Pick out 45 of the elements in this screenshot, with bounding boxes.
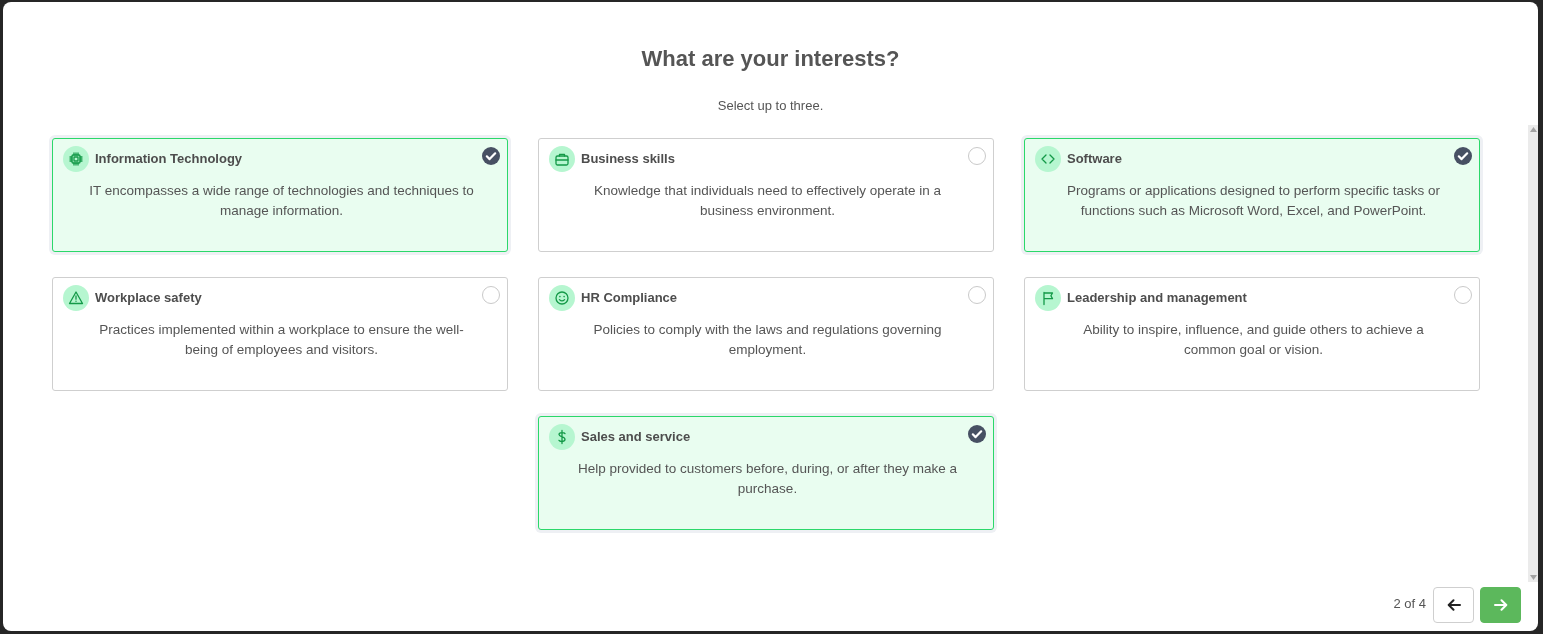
smiley-icon (549, 285, 575, 311)
interest-title: Business skills (581, 150, 675, 169)
interest-title: Workplace safety (95, 289, 202, 308)
warning-icon (63, 285, 89, 311)
interest-card[interactable]: HR Compliance Policies to comply with the laws and regulations governing employment. (538, 277, 994, 391)
interest-card[interactable]: Software Programs or applications designed to perform specific tasks or functions such as Microsoft Word, Excel, and PowerPoint. (1024, 138, 1480, 252)
dollar-icon (549, 424, 575, 450)
checkmark-icon[interactable] (1454, 147, 1472, 165)
interest-card[interactable]: Business skills Knowledge that individuals need to effectively operate in a business environment. (538, 138, 994, 252)
interest-description: Knowledge that individuals need to effectively operate in a business environment. (592, 182, 943, 220)
interest-title: Information Technology (95, 150, 243, 169)
briefcase-icon (549, 146, 575, 172)
checkmark-icon[interactable] (968, 425, 986, 443)
interest-title: Leadership and management (1067, 289, 1247, 308)
flag-icon (1035, 285, 1061, 311)
code-icon (1035, 146, 1061, 172)
interest-description: Help provided to customers before, during, or after they make a purchase. (577, 460, 958, 498)
interest-title: Sales and service (581, 428, 691, 447)
empty-circle-icon[interactable] (1454, 286, 1472, 304)
interest-card[interactable]: Sales and service Help provided to customers before, during, or after they make a purchase. (538, 416, 994, 530)
chip-icon (63, 146, 89, 172)
empty-circle-icon[interactable] (968, 286, 986, 304)
arrow-left-icon (1446, 599, 1461, 611)
interest-card[interactable]: Leadership and management Ability to inspire, influence, and guide others to achieve a common goal or vision. (1024, 277, 1480, 391)
interest-title: HR Compliance (581, 289, 678, 308)
interest-card[interactable]: Information Technology IT encompasses a wide range of technologies and techniques to manage information. (52, 138, 508, 252)
empty-circle-icon[interactable] (968, 147, 986, 165)
checkmark-icon[interactable] (482, 147, 500, 165)
next-button[interactable] (1480, 587, 1521, 623)
interest-title: Software (1067, 150, 1122, 169)
interest-description: Policies to comply with the laws and regulations governing employment. (592, 321, 943, 359)
dialog-subtitle: Select up to three. (717, 98, 824, 114)
interest-description: Practices implemented within a workplace to ensure the well-being of employees and visitors. (98, 321, 465, 359)
interest-description: Programs or applications designed to perform specific tasks or functions such as Microsoft Word, Excel, and PowerPoint. (1066, 182, 1441, 220)
back-button[interactable] (1433, 587, 1474, 623)
empty-circle-icon[interactable] (482, 286, 500, 304)
interest-card[interactable]: Workplace safety Practices implemented within a workplace to ensure the well-being of employees and visitors. (52, 277, 508, 391)
scroll-up-icon[interactable] (1529, 127, 1537, 132)
arrow-right-icon (1493, 599, 1508, 611)
page-counter: 2 of 4 (1393, 595, 1426, 614)
dialog-title: What are your interests? (641, 46, 900, 72)
scroll-down-icon[interactable] (1529, 575, 1537, 580)
interest-description: Ability to inspire, influence, and guide others to achieve a common goal or vision. (1082, 321, 1425, 359)
interest-description: IT encompasses a wide range of technologies and techniques to manage information. (88, 182, 475, 220)
scrollbar[interactable] (1528, 125, 1538, 582)
